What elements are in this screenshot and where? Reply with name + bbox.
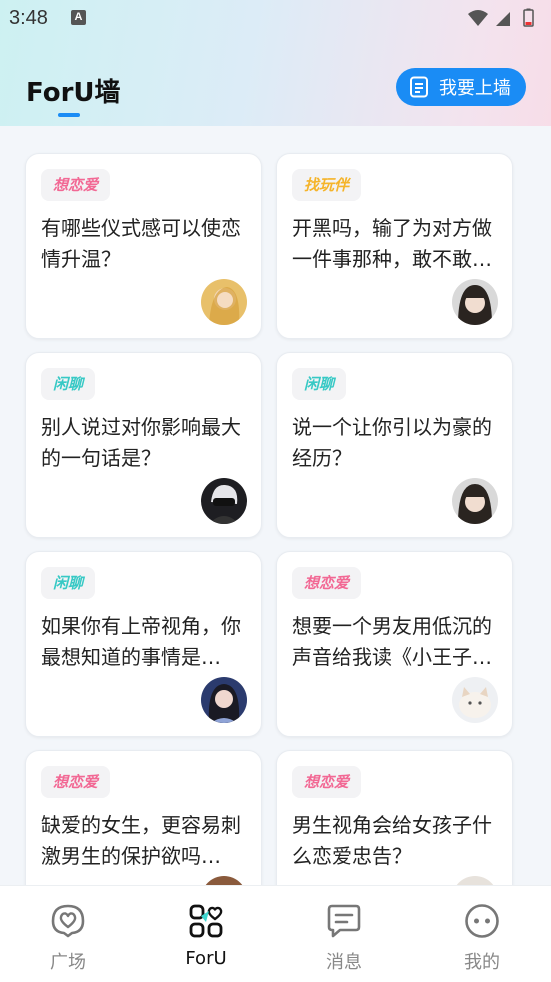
card-tag: 想恋爱 bbox=[292, 766, 362, 798]
avatar[interactable] bbox=[452, 478, 498, 524]
wall-card[interactable]: 想恋爱 想要一个男友用低沉的声音给我读《小王子… bbox=[276, 551, 513, 737]
tab-mine[interactable]: 我的 bbox=[427, 886, 537, 982]
notification-a-icon: A bbox=[71, 10, 86, 25]
title-underline bbox=[58, 113, 80, 117]
wall-card[interactable]: 闲聊 别人说过对你影响最大的一句话是？ bbox=[25, 352, 262, 538]
note-icon bbox=[410, 76, 428, 98]
tab-foru[interactable]: ForU bbox=[151, 886, 261, 982]
avatar[interactable] bbox=[452, 677, 498, 723]
wall-card[interactable]: 找玩伴 开黑吗，输了为对方做一件事那种，敢不敢… bbox=[276, 153, 513, 339]
avatar[interactable] bbox=[201, 279, 247, 325]
avatar[interactable] bbox=[201, 677, 247, 723]
bottom-tab-bar: 广场 ForU 消息 我的 bbox=[0, 885, 551, 982]
tab-label: ForU bbox=[185, 948, 227, 969]
tab-messages[interactable]: 消息 bbox=[289, 886, 399, 982]
avatar[interactable] bbox=[201, 876, 247, 885]
wall-card[interactable]: 想恋爱 男生视角会给女孩子什么恋爱忠告？ bbox=[276, 750, 513, 885]
card-question: 有哪些仪式感可以使恋情升温？ bbox=[41, 216, 241, 271]
card-tag: 闲聊 bbox=[41, 567, 96, 599]
card-question: 想要一个男友用低沉的声音给我读《小王子… bbox=[292, 614, 492, 669]
card-question: 缺爱的女生，更容易刺激男生的保护欲吗… bbox=[41, 813, 241, 868]
card-question: 男生视角会给女孩子什么恋爱忠告？ bbox=[292, 813, 492, 868]
tab-label: 广场 bbox=[50, 952, 86, 973]
status-bar: 3:48 A bbox=[0, 0, 551, 38]
wall-card[interactable]: 闲聊 说一个让你引以为豪的经历？ bbox=[276, 352, 513, 538]
wifi-icon bbox=[468, 10, 488, 26]
avatar[interactable] bbox=[452, 876, 498, 885]
card-question: 开黑吗，输了为对方做一件事那种，敢不敢… bbox=[292, 216, 492, 271]
card-question: 别人说过对你影响最大的一句话是？ bbox=[41, 415, 241, 470]
card-tag: 想恋爱 bbox=[41, 169, 111, 201]
avatar[interactable] bbox=[201, 478, 247, 524]
wall-card[interactable]: 想恋爱 有哪些仪式感可以使恋情升温？ bbox=[25, 153, 262, 339]
card-tag: 找玩伴 bbox=[292, 169, 362, 201]
tab-label: 我的 bbox=[464, 952, 500, 973]
wall-grid[interactable]: 想恋爱 有哪些仪式感可以使恋情升温？ 找玩伴 开黑吗，输了为对方做一件事那种，敢… bbox=[0, 126, 551, 885]
wall-card[interactable]: 想恋爱 缺爱的女生，更容易刺激男生的保护欲吗… bbox=[25, 750, 262, 885]
tab-square[interactable]: 广场 bbox=[13, 886, 123, 982]
signal-icon bbox=[496, 12, 510, 26]
wall-card[interactable]: 闲聊 如果你有上帝视角，你最想知道的事情是… bbox=[25, 551, 262, 737]
card-tag: 想恋爱 bbox=[41, 766, 111, 798]
message-icon bbox=[327, 904, 361, 938]
post-to-wall-button[interactable]: 我要上墙 bbox=[396, 68, 526, 106]
card-tag: 闲聊 bbox=[41, 368, 96, 400]
page-title: ForU墙 bbox=[26, 78, 121, 108]
card-question: 说一个让你引以为豪的经历？ bbox=[292, 415, 492, 470]
foru-grid-icon bbox=[189, 904, 223, 938]
status-time: 3:48 bbox=[9, 7, 48, 29]
face-icon bbox=[465, 904, 499, 938]
battery-icon bbox=[523, 8, 534, 27]
avatar[interactable] bbox=[452, 279, 498, 325]
heart-bubble-icon bbox=[51, 904, 85, 938]
card-tag: 想恋爱 bbox=[292, 567, 362, 599]
card-question: 如果你有上帝视角，你最想知道的事情是… bbox=[41, 614, 241, 669]
post-button-label: 我要上墙 bbox=[439, 78, 511, 99]
card-tag: 闲聊 bbox=[292, 368, 347, 400]
system-status-icons bbox=[468, 8, 534, 27]
tab-label: 消息 bbox=[326, 952, 362, 973]
